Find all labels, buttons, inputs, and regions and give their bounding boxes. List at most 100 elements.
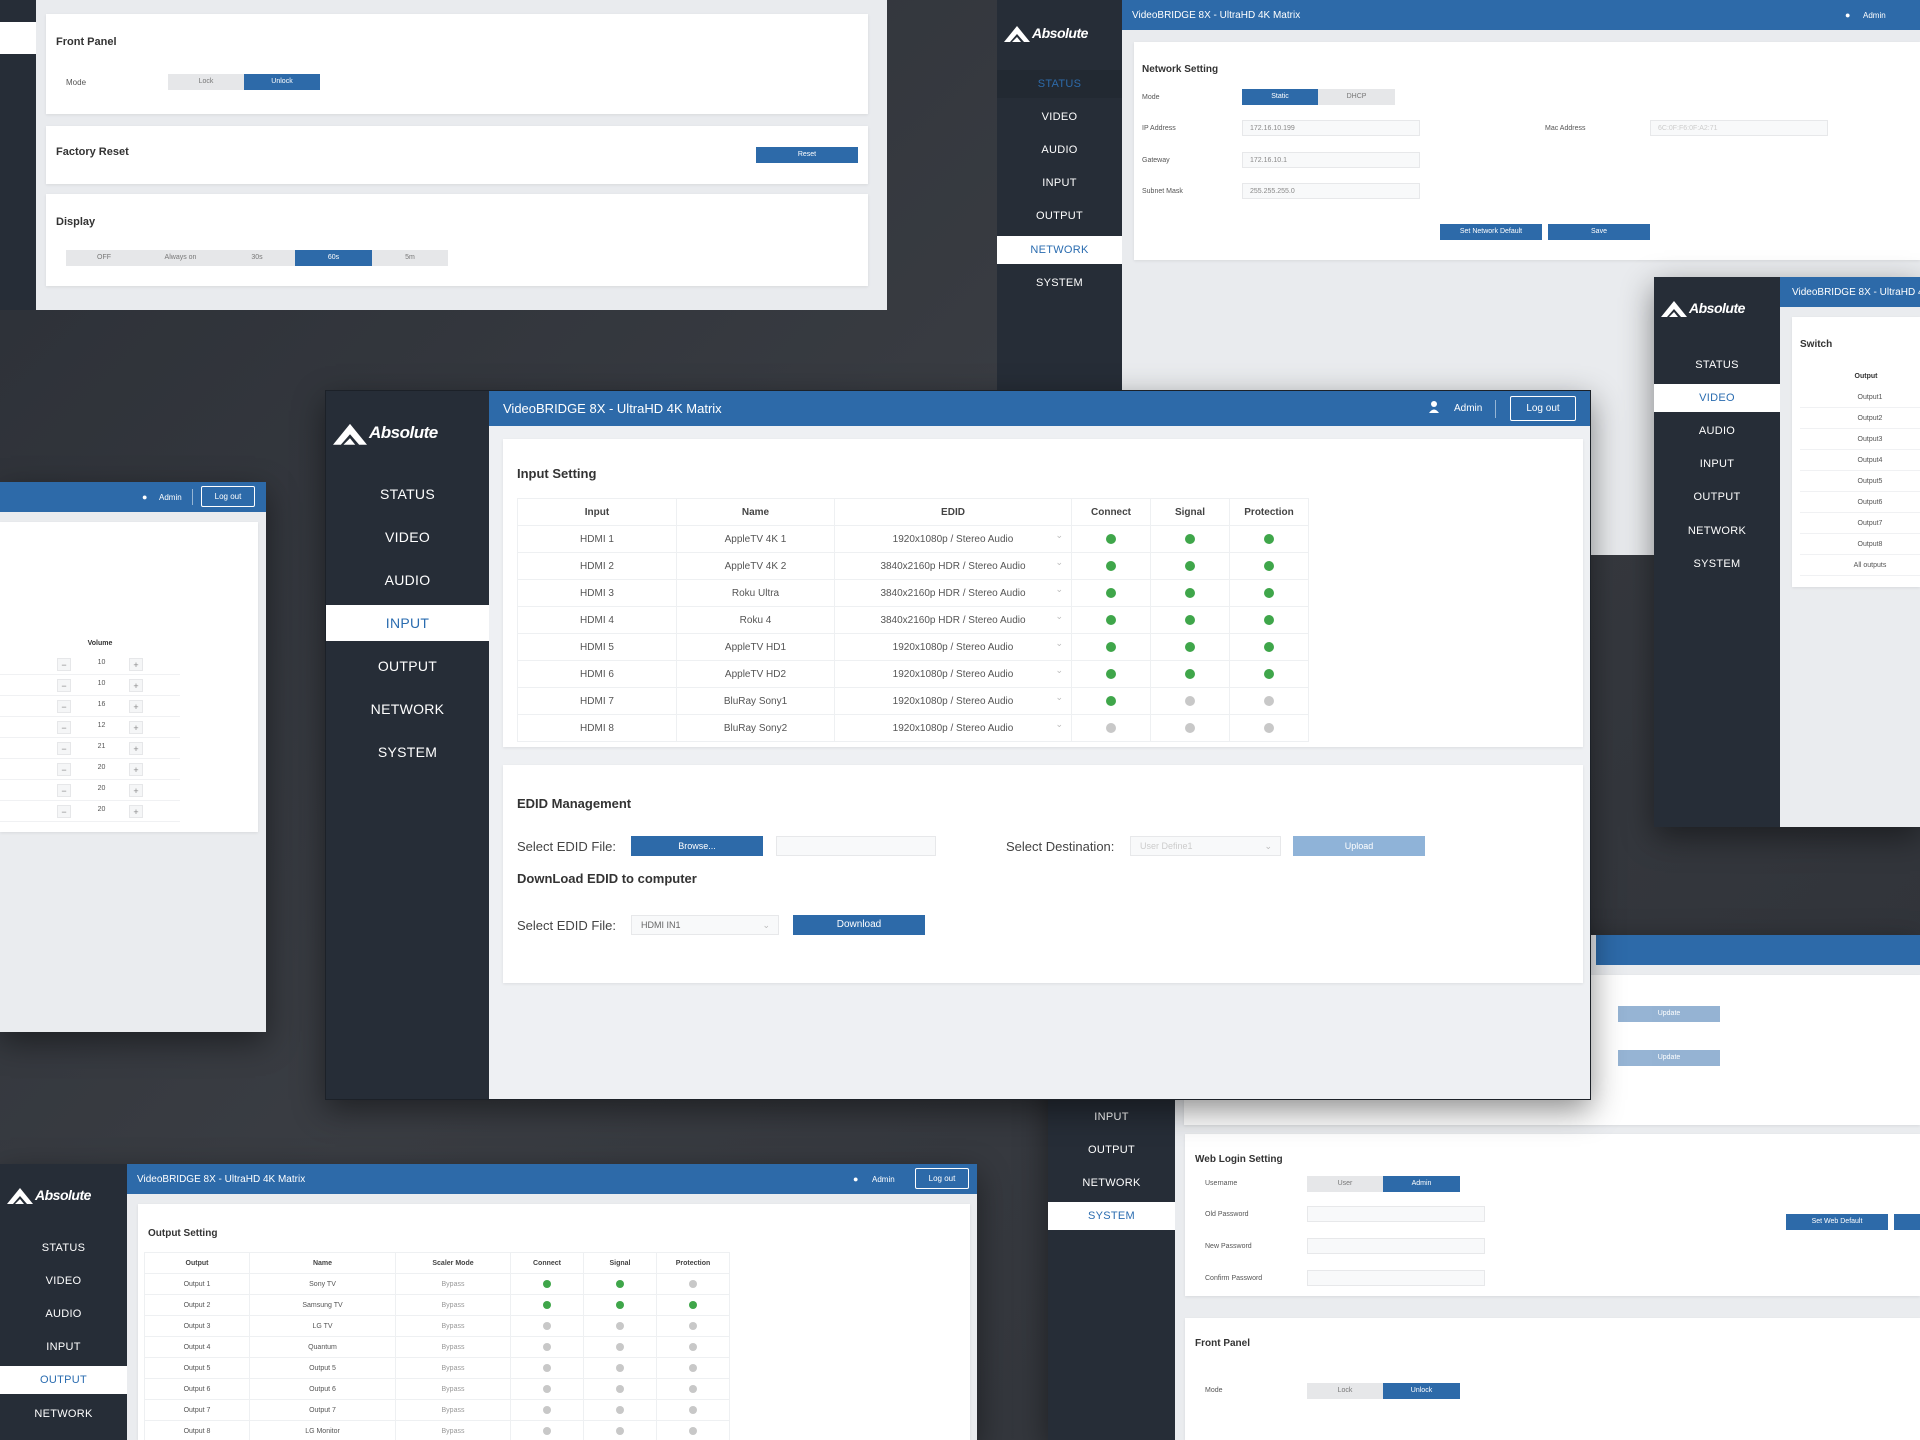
upload-button[interactable]: Upload xyxy=(1293,836,1425,856)
front-panel-mode-toggle[interactable]: Lock Unlock xyxy=(168,74,320,90)
scaler-mode-select[interactable]: Bypass xyxy=(395,1357,511,1379)
confirm-password-field[interactable] xyxy=(1307,1270,1485,1286)
volume-decrease-button[interactable]: − xyxy=(57,763,71,776)
gateway-field[interactable]: 172.16.10.1 xyxy=(1242,152,1420,168)
mode-option-lock[interactable]: Lock xyxy=(1307,1383,1383,1399)
nav-item-video[interactable]: VIDEO xyxy=(0,1267,127,1295)
update-button[interactable]: Update xyxy=(1618,1050,1720,1066)
new-password-field[interactable] xyxy=(1307,1238,1485,1254)
display-option-always-on[interactable]: Always on xyxy=(142,250,219,266)
switch-output-item[interactable]: Output7 xyxy=(1800,513,1920,534)
username-option-user[interactable]: User xyxy=(1307,1176,1383,1192)
volume-value[interactable]: 20 xyxy=(84,785,119,792)
input-name[interactable]: BluRay Sony1 xyxy=(676,687,835,715)
volume-value[interactable]: 21 xyxy=(84,743,119,750)
switch-output-item[interactable]: Output8 xyxy=(1800,534,1920,555)
scaler-mode-select[interactable]: Bypass xyxy=(395,1315,511,1337)
output-name[interactable]: Output 7 xyxy=(249,1399,396,1421)
switch-output-item[interactable]: Output3 xyxy=(1800,429,1920,450)
volume-value[interactable]: 16 xyxy=(84,701,119,708)
switch-output-item[interactable]: All outputs xyxy=(1800,555,1920,576)
edid-select[interactable]: 1920x1080p / Stereo Audio ⌄ xyxy=(834,660,1072,688)
nav-item-output[interactable]: OUTPUT xyxy=(1654,483,1780,511)
old-password-field[interactable] xyxy=(1307,1206,1485,1222)
input-name[interactable]: AppleTV HD2 xyxy=(676,660,835,688)
nav-item-system[interactable]: SYSTEM xyxy=(326,734,489,770)
logout-button[interactable]: Log out xyxy=(201,486,255,507)
set-web-default-button[interactable]: Set Web Default xyxy=(1786,1214,1888,1230)
logout-button[interactable]: Log out xyxy=(1510,396,1576,421)
volume-increase-button[interactable]: + xyxy=(129,742,143,755)
nav-item-video[interactable]: VIDEO xyxy=(997,103,1122,131)
switch-output-item[interactable]: Output2 xyxy=(1800,408,1920,429)
download-button[interactable]: Download xyxy=(793,915,925,935)
switch-output-item[interactable]: Output6 xyxy=(1800,492,1920,513)
volume-decrease-button[interactable]: − xyxy=(57,658,71,671)
mode-option-unlock[interactable]: Unlock xyxy=(244,74,320,90)
display-option-5m[interactable]: 5m xyxy=(372,250,448,266)
nav-item-network[interactable]: NETWORK xyxy=(0,1400,127,1428)
nav-item-audio[interactable]: AUDIO xyxy=(997,136,1122,164)
update-button[interactable]: Update xyxy=(1618,1006,1720,1022)
volume-increase-button[interactable]: + xyxy=(129,805,143,818)
output-name[interactable]: Sony TV xyxy=(249,1273,396,1295)
mode-option-static[interactable]: Static xyxy=(1242,89,1318,105)
edid-select[interactable]: 3840x2160p HDR / Stereo Audio ⌄ xyxy=(834,606,1072,634)
volume-value[interactable]: 20 xyxy=(84,764,119,771)
nav-item-system[interactable]: SYSTEM xyxy=(1654,550,1780,578)
output-name[interactable]: Output 5 xyxy=(249,1357,396,1379)
nav-item-input[interactable]: INPUT xyxy=(1048,1103,1175,1131)
nav-item-video[interactable]: VIDEO xyxy=(1654,384,1780,412)
display-timeout-toggle[interactable]: OFF Always on 30s 60s 5m xyxy=(66,250,448,266)
volume-increase-button[interactable]: + xyxy=(129,679,143,692)
edid-select[interactable]: 1920x1080p / Stereo Audio ⌄ xyxy=(834,714,1072,742)
nav-item-input[interactable]: INPUT xyxy=(326,605,489,641)
edid-select[interactable]: 1920x1080p / Stereo Audio ⌄ xyxy=(834,525,1072,553)
output-name[interactable]: Quantum xyxy=(249,1336,396,1358)
nav-item-status[interactable]: STATUS xyxy=(326,476,489,512)
username-toggle[interactable]: User Admin xyxy=(1307,1176,1460,1192)
volume-increase-button[interactable]: + xyxy=(129,700,143,713)
input-name[interactable]: Roku 4 xyxy=(676,606,835,634)
volume-value[interactable]: 10 xyxy=(84,659,119,666)
nav-item-system[interactable]: SYSTEM xyxy=(1048,1202,1175,1230)
input-name[interactable]: Roku Ultra xyxy=(676,579,835,607)
display-option-off[interactable]: OFF xyxy=(66,250,142,266)
nav-item-output[interactable]: OUTPUT xyxy=(0,1366,127,1394)
download-edid-select[interactable]: HDMI IN1 ⌄ xyxy=(631,915,779,935)
scaler-mode-select[interactable]: Bypass xyxy=(395,1378,511,1400)
nav-item-input[interactable]: INPUT xyxy=(1654,450,1780,478)
edid-select[interactable]: 3840x2160p HDR / Stereo Audio ⌄ xyxy=(834,552,1072,580)
display-option-30s[interactable]: 30s xyxy=(219,250,295,266)
switch-output-item[interactable]: Output5 xyxy=(1800,471,1920,492)
nav-item-input[interactable]: INPUT xyxy=(0,1333,127,1361)
network-mode-toggle[interactable]: Static DHCP xyxy=(1242,89,1395,105)
edid-select[interactable]: 3840x2160p HDR / Stereo Audio ⌄ xyxy=(834,579,1072,607)
output-name[interactable]: LG TV xyxy=(249,1315,396,1337)
volume-value[interactable]: 10 xyxy=(84,680,119,687)
volume-decrease-button[interactable]: − xyxy=(57,721,71,734)
mode-option-dhcp[interactable]: DHCP xyxy=(1318,89,1395,105)
volume-decrease-button[interactable]: − xyxy=(57,700,71,713)
input-name[interactable]: AppleTV 4K 2 xyxy=(676,552,835,580)
browse-button[interactable]: Browse... xyxy=(631,836,763,856)
volume-decrease-button[interactable]: − xyxy=(57,742,71,755)
input-name[interactable]: AppleTV 4K 1 xyxy=(676,525,835,553)
scaler-mode-select[interactable]: Bypass xyxy=(395,1336,511,1358)
nav-item-network[interactable]: NETWORK xyxy=(326,691,489,727)
output-name[interactable]: LG Monitor xyxy=(249,1420,396,1440)
volume-decrease-button[interactable]: − xyxy=(57,679,71,692)
nav-item-network[interactable]: NETWORK xyxy=(1048,1169,1175,1197)
subnet-mask-field[interactable]: 255.255.255.0 xyxy=(1242,183,1420,199)
volume-decrease-button[interactable]: − xyxy=(57,784,71,797)
volume-decrease-button[interactable]: − xyxy=(57,805,71,818)
nav-item-video[interactable]: VIDEO xyxy=(326,519,489,555)
switch-output-item[interactable]: Output1 xyxy=(1800,387,1920,408)
nav-item-output[interactable]: OUTPUT xyxy=(326,648,489,684)
username-option-admin[interactable]: Admin xyxy=(1383,1176,1460,1192)
volume-value[interactable]: 20 xyxy=(84,806,119,813)
nav-item-output[interactable]: OUTPUT xyxy=(1048,1136,1175,1164)
volume-increase-button[interactable]: + xyxy=(129,784,143,797)
input-name[interactable]: BluRay Sony2 xyxy=(676,714,835,742)
volume-increase-button[interactable]: + xyxy=(129,721,143,734)
